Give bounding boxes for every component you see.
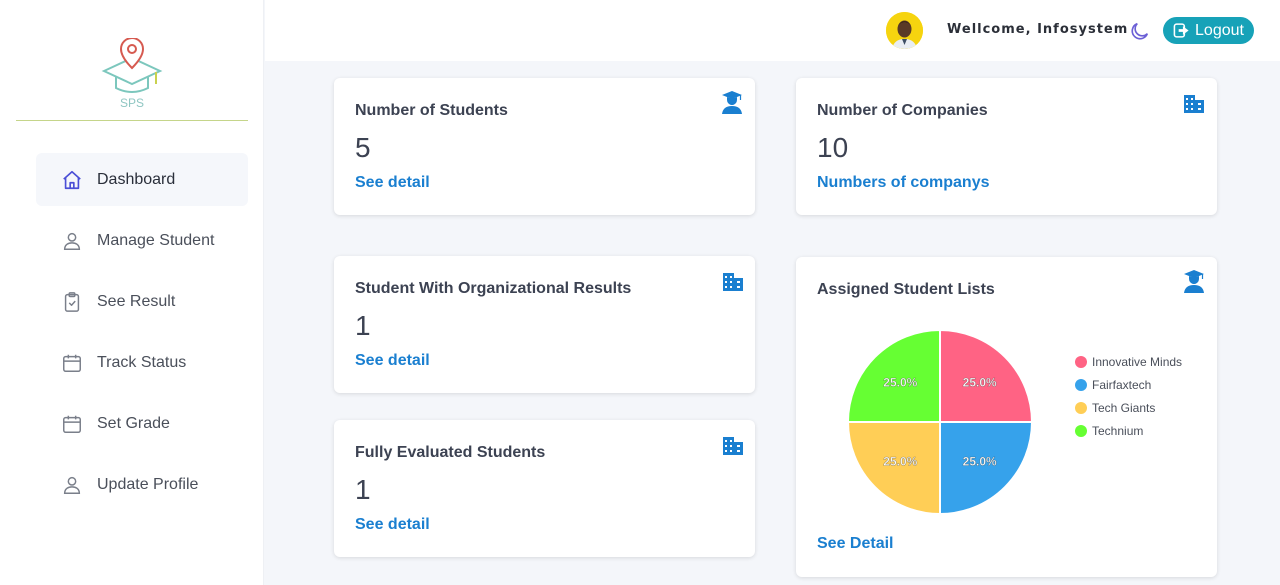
- sidebar-item-label: Update Profile: [97, 475, 199, 493]
- sidebar-item-label: Track Status: [97, 353, 187, 371]
- top-header: Wellcome, Infosystem Logout: [265, 0, 1280, 61]
- graduate-icon: [1182, 269, 1206, 293]
- legend-item[interactable]: Technium: [1075, 419, 1182, 442]
- card-title: Number of Companies: [817, 102, 988, 119]
- see-detail-link[interactable]: See detail: [355, 516, 430, 534]
- legend-swatch: [1075, 378, 1087, 391]
- sidebar-nav: Dashboard Manage Student See Result Trac…: [36, 153, 248, 519]
- card-title: Student With Organizational Results: [355, 280, 632, 297]
- students-card: Number of Students 5 See detail: [334, 78, 755, 215]
- legend-item[interactable]: Tech Giants: [1075, 396, 1182, 419]
- see-detail-link[interactable]: See detail: [355, 352, 430, 370]
- org-results-card: Student With Organizational Results 1 Se…: [334, 256, 755, 393]
- evaluated-card: Fully Evaluated Students 1 See detail: [334, 420, 755, 557]
- user-icon: [61, 230, 83, 252]
- calendar-icon: [61, 413, 83, 435]
- sidebar-item-track-status[interactable]: Track Status: [36, 336, 248, 389]
- moon-icon[interactable]: [1129, 20, 1151, 42]
- logout-icon: [1173, 23, 1189, 38]
- pie-chart: 25.0% 25.0% 25.0% 25.0%: [846, 328, 1034, 516]
- sidebar-item-manage-student[interactable]: Manage Student: [36, 214, 248, 267]
- see-detail-link[interactable]: See detail: [355, 174, 430, 192]
- clipboard-check-icon: [61, 291, 83, 313]
- home-icon: [61, 169, 83, 191]
- sidebar: SPS Dashboard Manage Student See Result: [0, 0, 264, 585]
- legend-label: Technium: [1092, 423, 1144, 438]
- avatar[interactable]: [886, 12, 923, 49]
- pie-value-label: 25.0%: [963, 455, 997, 469]
- legend-label: Innovative Minds: [1092, 354, 1183, 369]
- card-value: 1: [355, 310, 371, 341]
- user-icon: [61, 474, 83, 496]
- card-title: Assigned Student Lists: [817, 281, 995, 298]
- graduation-location-logo-icon: [101, 37, 163, 93]
- sidebar-item-dashboard[interactable]: Dashboard: [36, 153, 248, 206]
- sidebar-item-label: Dashboard: [97, 170, 176, 188]
- pie-value-label: 25.0%: [883, 455, 917, 469]
- logo-text: SPS: [119, 96, 144, 110]
- building-icon: [1182, 91, 1204, 113]
- numbers-of-companys-link[interactable]: Numbers of companys: [817, 174, 989, 192]
- pie-value-label: 25.0%: [963, 375, 997, 389]
- companies-card: Number of Companies 10 Numbers of compan…: [796, 78, 1217, 215]
- sidebar-item-label: See Result: [97, 292, 176, 310]
- building-icon: [721, 433, 743, 455]
- chart-legend: Innovative Minds Fairfaxtech Tech Giants Te…: [1075, 350, 1182, 442]
- sidebar-item-label: Set Grade: [97, 414, 170, 432]
- legend-item[interactable]: Fairfaxtech: [1075, 373, 1182, 396]
- legend-swatch: [1075, 355, 1087, 368]
- sidebar-item-label: Manage Student: [97, 231, 215, 249]
- legend-label: Tech Giants: [1092, 400, 1156, 415]
- legend-swatch: [1075, 424, 1087, 437]
- card-value: 1: [355, 474, 371, 505]
- app-logo[interactable]: SPS: [96, 37, 168, 114]
- sidebar-item-update-profile[interactable]: Update Profile: [36, 458, 248, 511]
- sidebar-item-see-result[interactable]: See Result: [36, 275, 248, 328]
- logout-button[interactable]: Logout: [1163, 17, 1254, 44]
- user-avatar-image: [886, 12, 923, 49]
- card-title: Number of Students: [355, 102, 508, 119]
- sidebar-divider: [16, 120, 248, 121]
- legend-label: Fairfaxtech: [1092, 377, 1152, 392]
- assigned-students-card: Assigned Student Lists 25.0% 25.0% 25.0% 25…: [796, 257, 1217, 577]
- legend-swatch: [1075, 401, 1087, 414]
- card-value: 10: [817, 132, 849, 163]
- building-icon: [721, 269, 743, 291]
- pie-value-label: 25.0%: [883, 375, 917, 389]
- graduate-icon: [720, 90, 744, 114]
- welcome-text: Wellcome, Infosystem: [947, 22, 1129, 37]
- calendar-icon: [61, 352, 83, 374]
- see-detail-link[interactable]: See Detail: [817, 535, 893, 553]
- logout-label: Logout: [1195, 21, 1244, 39]
- legend-item[interactable]: Innovative Minds: [1075, 350, 1182, 373]
- sidebar-item-set-grade[interactable]: Set Grade: [36, 397, 248, 450]
- card-title: Fully Evaluated Students: [355, 444, 546, 461]
- card-value: 5: [355, 132, 371, 163]
